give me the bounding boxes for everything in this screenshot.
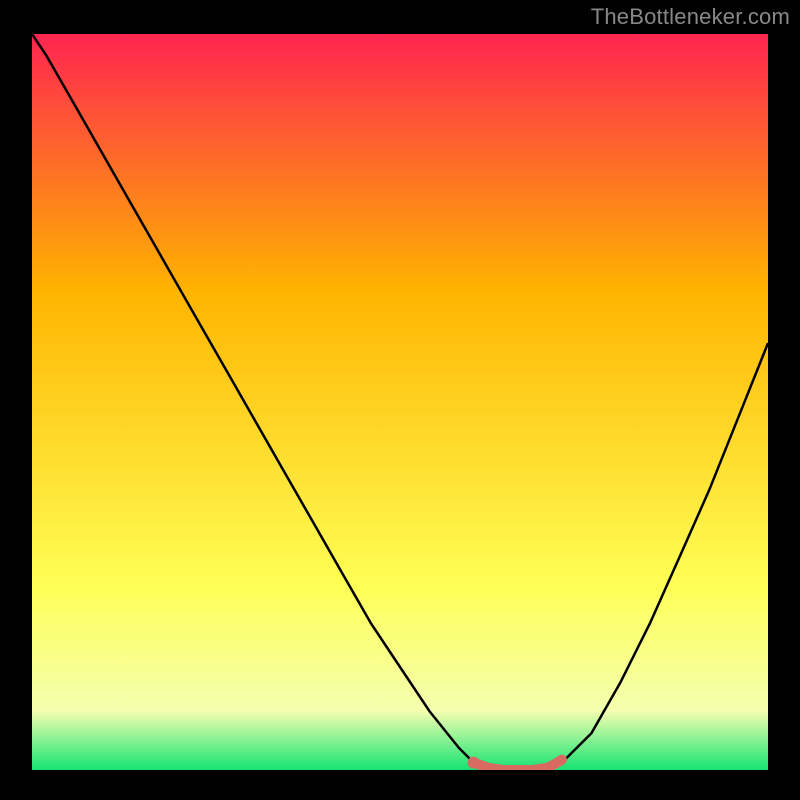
chart-frame: TheBottleneker.com <box>0 0 800 800</box>
gradient-background <box>32 34 768 770</box>
plot-area <box>32 34 768 770</box>
optimal-start-dot <box>468 757 480 769</box>
brand-watermark: TheBottleneker.com <box>591 4 790 30</box>
bottleneck-chart <box>32 34 768 770</box>
